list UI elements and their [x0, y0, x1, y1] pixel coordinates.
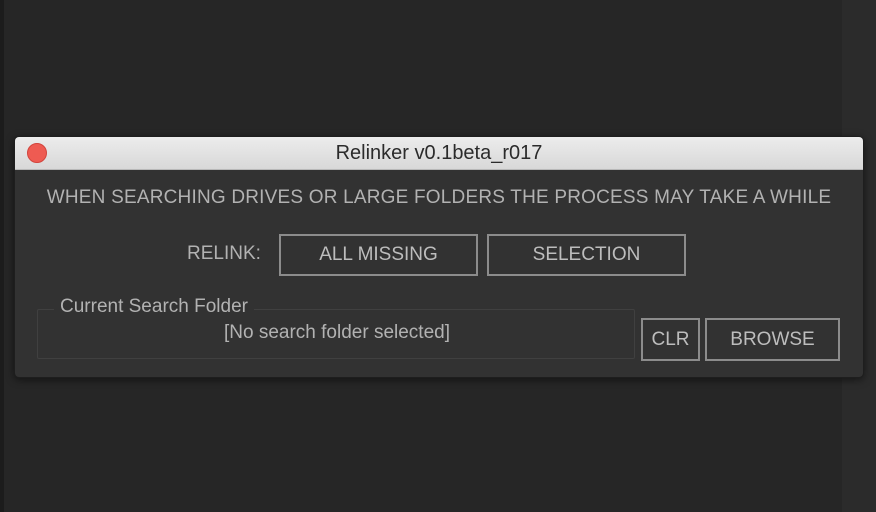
warning-message: WHEN SEARCHING DRIVES OR LARGE FOLDERS T… — [46, 187, 832, 208]
search-folder-legend: Current Search Folder — [54, 296, 254, 318]
search-folder-path: [No search folder selected] — [223, 322, 450, 343]
relink-selection-button[interactable]: SELECTION — [487, 234, 686, 276]
relinker-window: Relinker v0.1beta_r017 WHEN SEARCHING DR… — [14, 136, 864, 378]
search-folder-group: Current Search Folder [No search folder … — [37, 296, 635, 359]
window-title: Relinker v0.1beta_r017 — [335, 142, 543, 164]
window-titlebar[interactable]: Relinker v0.1beta_r017 — [15, 137, 863, 170]
relink-all-missing-button[interactable]: ALL MISSING — [279, 234, 478, 276]
background-left-strip — [0, 0, 4, 512]
clear-folder-button[interactable]: CLR — [641, 318, 700, 361]
relink-label: RELINK: — [187, 243, 261, 264]
browse-button[interactable]: BROWSE — [705, 318, 840, 361]
